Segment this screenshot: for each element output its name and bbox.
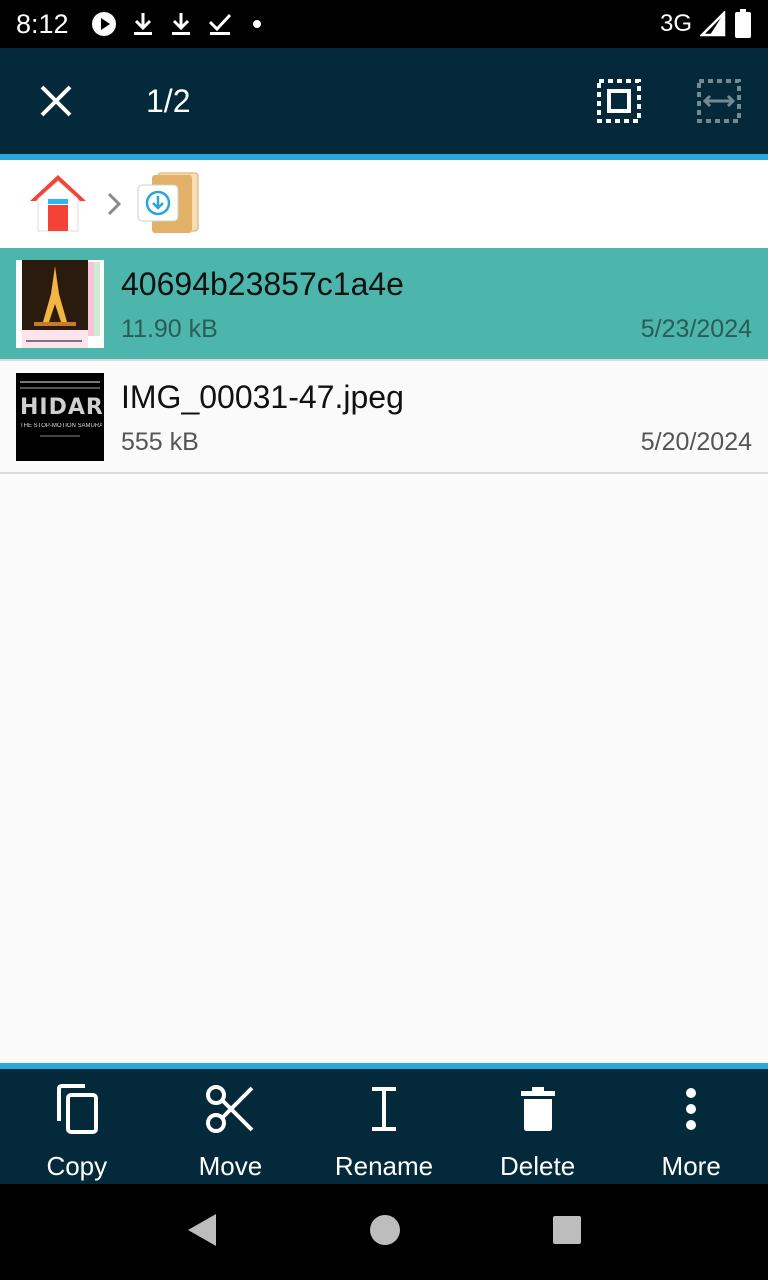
thumbnail-subtitle: THE STOP-MOTION SAMURAI FILM <box>20 422 102 429</box>
file-list: 40694b23857c1a4e 11.90 kB 5/23/2024 HIDA… <box>0 248 768 474</box>
more-vert-icon <box>686 1088 697 1130</box>
recents-button[interactable] <box>552 1215 582 1250</box>
file-thumbnail: HIDARI THE STOP-MOTION SAMURAI FILM <box>16 372 104 461</box>
copy-icon <box>56 1084 98 1134</box>
file-thumbnail <box>16 259 104 348</box>
select-all-button[interactable] <box>596 78 642 124</box>
breadcrumb-home[interactable] <box>26 171 90 238</box>
selection-count: 1/2 <box>146 82 191 119</box>
breadcrumb <box>0 160 768 248</box>
notification-icons <box>91 11 267 37</box>
select-all-icon <box>597 79 641 123</box>
close-icon <box>40 85 72 117</box>
more-button[interactable]: More <box>614 1069 768 1184</box>
file-size: 555 kB <box>121 428 199 456</box>
move-button[interactable]: Move <box>154 1069 308 1184</box>
download-done-icon <box>208 13 231 35</box>
system-navigation-bar <box>0 1184 768 1280</box>
recents-icon <box>553 1215 582 1244</box>
file-size: 11.90 kB <box>121 315 218 343</box>
file-name: 40694b23857c1a4e <box>121 266 404 302</box>
selection-toolbar: 1/2 <box>0 48 768 154</box>
home-button[interactable] <box>369 1214 401 1251</box>
trash-icon <box>520 1087 555 1131</box>
play-circle-icon <box>91 12 116 36</box>
file-row[interactable]: HIDARI THE STOP-MOTION SAMURAI FILM IMG_… <box>0 361 768 474</box>
move-label: Move <box>198 1151 263 1181</box>
download-icon <box>133 13 152 35</box>
download-icon <box>171 13 190 35</box>
copy-button[interactable]: Copy <box>0 1069 154 1184</box>
select-range-button[interactable] <box>696 78 742 124</box>
file-name: IMG_00031-47.jpeg <box>121 379 404 415</box>
signal-icon <box>700 11 726 37</box>
thumbnail-title: HIDARI <box>20 394 104 420</box>
network-type: 3G <box>659 10 692 37</box>
file-date: 5/20/2024 <box>640 428 752 456</box>
back-icon <box>187 1213 216 1246</box>
status-time: 8:12 <box>16 8 69 39</box>
select-range-icon <box>697 79 741 123</box>
rename-label: Rename <box>334 1151 434 1181</box>
close-selection-button[interactable] <box>28 73 84 129</box>
scissors-icon <box>206 1085 254 1133</box>
file-row[interactable]: 40694b23857c1a4e 11.90 kB 5/23/2024 <box>0 248 768 361</box>
more-label: More <box>661 1151 721 1181</box>
rename-button[interactable]: Rename <box>307 1069 461 1184</box>
chevron-right-icon <box>107 192 122 216</box>
delete-label: Delete <box>500 1151 576 1181</box>
text-cursor-icon <box>371 1087 396 1131</box>
delete-button[interactable]: Delete <box>461 1069 615 1184</box>
battery-icon <box>735 9 751 38</box>
home-icon <box>30 174 86 231</box>
status-bar: 8:12 3G <box>0 0 768 48</box>
download-folder-icon <box>137 172 199 233</box>
back-button[interactable] <box>186 1212 218 1253</box>
file-date: 5/23/2024 <box>640 315 752 343</box>
dot-icon <box>252 20 261 28</box>
copy-label: Copy <box>46 1151 108 1181</box>
home-circle-icon <box>369 1214 400 1245</box>
action-bar: Copy Move Rename Delete More <box>0 1069 768 1184</box>
breadcrumb-download-folder[interactable] <box>136 169 202 240</box>
